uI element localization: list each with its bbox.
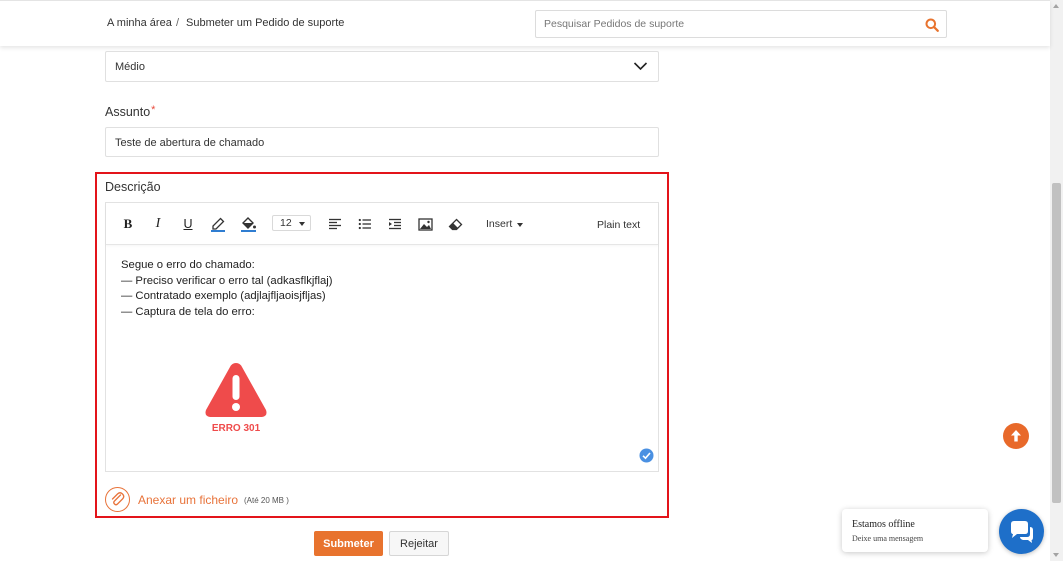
bullet-list-icon [358,218,371,230]
paint-bucket-icon [240,217,256,232]
search-box [535,10,947,38]
insert-label: Insert [486,218,513,230]
align-left-button[interactable] [325,214,345,234]
content-line: — Preciso verificar o erro tal (adkasflk… [121,274,333,287]
required-mark: * [151,104,156,116]
search-input[interactable] [544,16,914,32]
chat-subtitle: Deixe uma mensagem [852,534,924,543]
description-label: Descrição [105,180,161,194]
page-scrollbar[interactable] [1050,0,1063,561]
error-image-caption: ERRO 301 [212,423,261,434]
attach-size-limit: (Até 20 MB ) [244,496,289,505]
content-line: Segue o erro do chamado: [121,259,255,271]
breadcrumb-item-home[interactable]: A minha área [107,17,172,29]
background-color-button[interactable] [238,214,258,234]
pen-icon [211,217,225,232]
editor-content[interactable]: Segue o erro do chamado: — Preciso verif… [121,258,333,320]
description-editor[interactable]: B I U 12 Insert Plain text Segue o erro … [105,202,659,472]
image-icon [417,217,433,231]
align-left-icon [329,218,341,230]
submit-button[interactable]: Submeter [314,531,383,556]
subject-label: Assunto* [105,104,156,119]
priority-value: Médio [115,61,145,73]
scroll-up-icon[interactable] [1053,4,1059,8]
indent-icon [389,218,401,230]
eraser-icon [448,218,462,230]
chat-icon [1011,521,1033,543]
chat-title: Estamos offline [852,519,915,530]
insert-menu[interactable]: Insert [486,218,523,230]
scroll-thumb[interactable] [1052,183,1061,503]
reject-button[interactable]: Rejeitar [389,531,449,556]
insert-image-button[interactable] [415,214,435,234]
back-to-top-button[interactable] [1003,423,1029,449]
top-bar: A minha área / Submeter um Pedido de sup… [0,0,1050,46]
plain-text-toggle[interactable]: Plain text [597,219,640,231]
caret-down-icon [517,223,523,227]
priority-select[interactable]: Médio [105,51,659,82]
editor-toolbar: B I U 12 Insert Plain text [106,203,658,245]
clear-format-button[interactable] [445,214,465,234]
italic-button[interactable]: I [148,214,168,234]
chat-launcher-button[interactable] [999,509,1044,554]
paperclip-icon[interactable] [105,487,130,512]
arrow-up-icon [1011,430,1021,442]
subject-label-text: Assunto [105,105,151,119]
attach-file-link[interactable]: Anexar um ficheiro [138,493,238,507]
chevron-down-icon [633,62,648,71]
error-screenshot-image: ERRO 301 [205,363,267,434]
bold-button[interactable]: B [118,214,138,234]
underline-button[interactable]: U [178,214,198,234]
check-icon [639,448,654,463]
bullet-list-button[interactable] [355,214,375,234]
breadcrumb-item-current: Submeter um Pedido de suporte [186,17,345,29]
indent-button[interactable] [385,214,405,234]
font-size-select[interactable]: 12 [272,215,311,231]
breadcrumb-separator: / [176,17,180,29]
font-size-value: 12 [280,217,292,229]
text-color-button[interactable] [208,214,228,234]
content-line: — Contratado exemplo (adjlajfljaoisjflja… [121,290,326,302]
search-icon[interactable] [924,17,940,33]
content-line: — Captura de tela do erro: [121,305,255,318]
caret-down-icon [299,222,305,226]
chat-status-card[interactable]: Estamos offline Deixe uma mensagem [842,509,988,552]
scroll-down-icon[interactable] [1053,553,1059,557]
subject-value: Teste de abertura de chamado [115,137,265,149]
subject-field[interactable]: Teste de abertura de chamado [105,127,659,157]
